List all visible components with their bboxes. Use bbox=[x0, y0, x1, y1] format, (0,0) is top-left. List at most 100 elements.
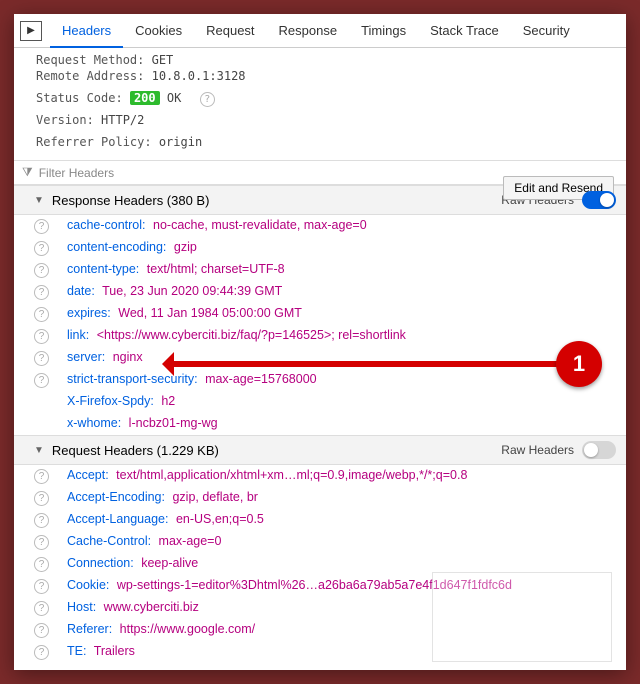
remote-value: 10.8.0.1:3128 bbox=[152, 69, 246, 83]
help-icon[interactable]: ? bbox=[200, 92, 215, 107]
header-value: no-cache, must-revalidate, max-age=0 bbox=[150, 218, 367, 232]
header-row: ?X-Firefox-Spdy: h2 bbox=[14, 391, 626, 413]
toggle-sidebar-icon[interactable]: ▶ bbox=[20, 21, 42, 41]
header-row: ?cache-control: no-cache, must-revalidat… bbox=[14, 215, 626, 237]
raw-label: Raw Headers bbox=[501, 443, 574, 457]
header-name: link bbox=[67, 328, 86, 342]
tab-cookies[interactable]: Cookies bbox=[123, 14, 194, 48]
help-icon[interactable]: ? bbox=[34, 329, 49, 344]
help-icon[interactable]: ? bbox=[34, 285, 49, 300]
request-headers-title: Request Headers (1.229 KB) bbox=[52, 443, 219, 458]
header-name: Host bbox=[67, 600, 93, 614]
header-value: en-US,en;q=0.5 bbox=[172, 512, 263, 526]
remote-label: Remote Address: bbox=[36, 69, 144, 83]
header-name: cache-control bbox=[67, 218, 142, 232]
header-name: Cookie bbox=[67, 578, 106, 592]
header-row: ?expires: Wed, 11 Jan 1984 05:00:00 GMT bbox=[14, 303, 626, 325]
raw-toggle-response[interactable] bbox=[582, 191, 616, 209]
header-name: Referer bbox=[67, 622, 109, 636]
header-row: ?Accept-Encoding: gzip, deflate, br bbox=[14, 487, 626, 509]
tab-request[interactable]: Request bbox=[194, 14, 266, 48]
annotation-label: 1 bbox=[573, 351, 585, 377]
header-value: nginx bbox=[109, 350, 142, 364]
header-name: strict-transport-security bbox=[67, 372, 194, 386]
header-value: text/html; charset=UTF-8 bbox=[143, 262, 284, 276]
summary-block: Request Method: GET Remote Address: 10.8… bbox=[14, 48, 626, 160]
tab-stacktrace[interactable]: Stack Trace bbox=[418, 14, 511, 48]
help-icon[interactable]: ? bbox=[34, 579, 49, 594]
header-value: <https://www.cyberciti.biz/faq/?p=146525… bbox=[93, 328, 406, 342]
header-name: Accept-Encoding bbox=[67, 490, 162, 504]
help-icon[interactable]: ? bbox=[34, 513, 49, 528]
referrer-value: origin bbox=[159, 135, 202, 149]
help-icon[interactable]: ? bbox=[34, 535, 49, 550]
header-value: max-age=15768000 bbox=[202, 372, 317, 386]
help-icon[interactable]: ? bbox=[34, 219, 49, 234]
help-icon[interactable]: ? bbox=[34, 557, 49, 572]
header-value: text/html,application/xhtml+xm…ml;q=0.9,… bbox=[113, 468, 468, 482]
help-icon[interactable]: ? bbox=[34, 645, 49, 660]
watermark bbox=[432, 572, 612, 662]
header-name: Connection bbox=[67, 556, 130, 570]
filter-icon: ⧩ bbox=[22, 165, 33, 180]
tab-security[interactable]: Security bbox=[511, 14, 582, 48]
header-row: ?link: <https://www.cyberciti.biz/faq/?p… bbox=[14, 325, 626, 347]
help-icon[interactable]: ? bbox=[34, 351, 49, 366]
header-value: https://www.google.com/ bbox=[116, 622, 255, 636]
header-name: Accept bbox=[67, 468, 105, 482]
header-value: Wed, 11 Jan 1984 05:00:00 GMT bbox=[115, 306, 302, 320]
raw-toggle-request[interactable] bbox=[582, 441, 616, 459]
request-headers-section[interactable]: ▼ Request Headers (1.229 KB) Raw Headers bbox=[14, 435, 626, 465]
header-value: Trailers bbox=[90, 644, 134, 658]
header-value: www.cyberciti.biz bbox=[100, 600, 199, 614]
header-row: ?strict-transport-security: max-age=1576… bbox=[14, 369, 626, 391]
annotation-arrow bbox=[168, 361, 563, 367]
chevron-down-icon: ▼ bbox=[34, 195, 44, 206]
status-badge: 200 bbox=[130, 91, 160, 105]
help-icon[interactable]: ? bbox=[34, 469, 49, 484]
status-label: Status Code: bbox=[36, 91, 123, 105]
method-label: Request Method: bbox=[36, 53, 144, 67]
header-row: ?content-type: text/html; charset=UTF-8 bbox=[14, 259, 626, 281]
header-name: x-whome bbox=[67, 416, 118, 430]
header-value: max-age=0 bbox=[155, 534, 221, 548]
header-name: content-encoding bbox=[67, 240, 163, 254]
header-value: Tue, 23 Jun 2020 09:44:39 GMT bbox=[99, 284, 282, 298]
header-row: ?x-whome: l-ncbz01-mg-wg bbox=[14, 413, 626, 435]
help-icon[interactable]: ? bbox=[34, 601, 49, 616]
tab-bar: ▶ Headers Cookies Request Response Timin… bbox=[14, 14, 626, 48]
version-value: HTTP/2 bbox=[101, 113, 144, 127]
version-label: Version: bbox=[36, 113, 94, 127]
header-row: ?Cache-Control: max-age=0 bbox=[14, 531, 626, 553]
header-name: date bbox=[67, 284, 91, 298]
help-icon[interactable]: ? bbox=[34, 373, 49, 388]
filter-placeholder: Filter Headers bbox=[39, 166, 114, 180]
tab-headers[interactable]: Headers bbox=[50, 14, 123, 48]
tab-timings[interactable]: Timings bbox=[349, 14, 418, 48]
status-text: OK bbox=[167, 91, 181, 105]
header-name: expires bbox=[67, 306, 107, 320]
header-name: Cache-Control bbox=[67, 534, 148, 548]
header-row: ?date: Tue, 23 Jun 2020 09:44:39 GMT bbox=[14, 281, 626, 303]
header-value: l-ncbz01-mg-wg bbox=[125, 416, 217, 430]
header-value: h2 bbox=[158, 394, 175, 408]
header-name: X-Firefox-Spdy bbox=[67, 394, 150, 408]
response-headers-title: Response Headers (380 B) bbox=[52, 193, 210, 208]
help-icon[interactable]: ? bbox=[34, 263, 49, 278]
header-name: TE bbox=[67, 644, 83, 658]
header-value: gzip bbox=[170, 240, 196, 254]
header-row: ?Accept-Language: en-US,en;q=0.5 bbox=[14, 509, 626, 531]
response-headers-list: ?cache-control: no-cache, must-revalidat… bbox=[14, 215, 626, 435]
header-value: gzip, deflate, br bbox=[169, 490, 258, 504]
help-icon[interactable]: ? bbox=[34, 491, 49, 506]
method-value: GET bbox=[152, 53, 174, 67]
header-row: ?content-encoding: gzip bbox=[14, 237, 626, 259]
help-icon[interactable]: ? bbox=[34, 623, 49, 638]
header-name: content-type bbox=[67, 262, 136, 276]
help-icon[interactable]: ? bbox=[34, 307, 49, 322]
header-value: keep-alive bbox=[138, 556, 198, 570]
header-row: ?Accept: text/html,application/xhtml+xm…… bbox=[14, 465, 626, 487]
help-icon[interactable]: ? bbox=[34, 241, 49, 256]
referrer-label: Referrer Policy: bbox=[36, 135, 152, 149]
tab-response[interactable]: Response bbox=[267, 14, 350, 48]
